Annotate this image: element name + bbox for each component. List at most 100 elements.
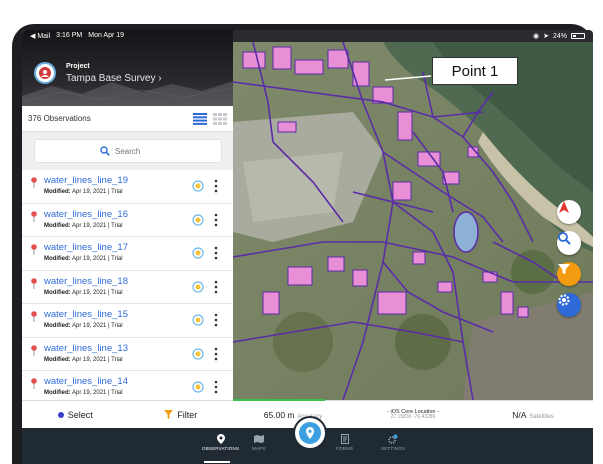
project-logo-icon (34, 62, 56, 84)
accuracy-value: 65.00 m (263, 409, 295, 420)
list-item[interactable]: water_lines_line_18 Modified: Apr 19, 20… (22, 270, 233, 304)
status-bar: ◀ Mail 3:16 PM Mon Apr 19 ◉ ➤ 24% (22, 30, 593, 42)
select-dot-icon (57, 411, 64, 418)
filter-icon (558, 264, 570, 274)
list-item[interactable]: water_lines_line_15 Modified: Apr 19, 20… (22, 304, 233, 338)
sync-status-icon[interactable] (192, 314, 204, 326)
observation-meta: Modified: Apr 19, 2021 | Trial (44, 256, 123, 262)
search-icon (100, 146, 110, 156)
observation-name[interactable]: water_lines_line_17 (44, 242, 128, 253)
modified-value: Apr 19, 2021 | Trial (72, 323, 123, 329)
observation-name[interactable]: water_lines_line_13 (44, 343, 128, 354)
status-date: Mon Apr 19 (88, 32, 125, 39)
observation-list: water_lines_line_19 Modified: Apr 19, 20… (22, 170, 233, 400)
modified-label: Modified: (44, 289, 71, 296)
filter-icon (164, 410, 174, 419)
more-options-icon[interactable] (213, 246, 219, 260)
map-pin-icon (31, 244, 37, 255)
tab-settings[interactable]: SETTINGS (381, 434, 405, 451)
battery-icon (571, 33, 585, 39)
observation-count: 376 Observations (28, 114, 91, 123)
map-pin-icon (31, 344, 37, 356)
more-options-icon[interactable] (213, 179, 219, 193)
map-icon (253, 435, 264, 443)
wifi-icon: ◉ (533, 33, 540, 40)
location-arrow-icon: ➤ (543, 33, 549, 40)
satellites-value: N/A (512, 409, 527, 420)
project-label: Project (66, 63, 90, 70)
observation-name[interactable]: water_lines_line_15 (44, 309, 128, 320)
tab-label: OBSERVATIONS (202, 446, 240, 451)
settings-icon (388, 434, 398, 444)
observation-name[interactable]: water_lines_line_19 (44, 175, 128, 186)
pin-icon (216, 434, 225, 444)
search-input[interactable] (115, 146, 155, 156)
map-search-button[interactable] (557, 231, 581, 255)
tab-forms[interactable]: FORMS (336, 434, 353, 451)
list-item[interactable]: water_lines_line_17 Modified: Apr 19, 20… (22, 237, 233, 271)
more-options-icon[interactable] (213, 347, 219, 361)
sync-status-icon[interactable] (192, 381, 204, 393)
satellites-label: Satellites (529, 413, 554, 420)
app-screen: ◀ Mail 3:16 PM Mon Apr 19 ◉ ➤ 24% Projec… (22, 30, 593, 464)
map-pin-icon (31, 378, 37, 389)
navigate-button[interactable] (557, 200, 581, 224)
sync-status-icon[interactable] (192, 247, 204, 259)
tab-label: MAPS (252, 446, 266, 451)
status-time: 3:16 PM (56, 32, 83, 39)
sync-status-icon[interactable] (192, 180, 204, 192)
modified-label: Modified: (44, 356, 71, 363)
satellite-map (233, 42, 593, 400)
tab-label: SETTINGS (381, 446, 406, 451)
observation-name[interactable]: water_lines_line_18 (44, 276, 128, 287)
list-item[interactable]: water_lines_line_19 Modified: Apr 19, 20… (22, 170, 233, 204)
back-to-app-link[interactable]: ◀ Mail (30, 32, 50, 40)
modified-value: Apr 19, 2021 | Trial (72, 189, 123, 195)
observation-meta: Modified: Apr 19, 2021 | Trial (44, 189, 123, 195)
observation-meta: Modified: Apr 19, 2021 | Trial (44, 323, 123, 329)
map-pin-icon (31, 277, 37, 289)
observation-name[interactable]: water_lines_line_16 (44, 209, 128, 220)
tab-maps[interactable]: MAPS (252, 434, 266, 451)
observation-name[interactable]: water_lines_line_14 (44, 376, 128, 387)
point-callout[interactable]: Point 1 (432, 57, 518, 85)
select-label: Select (67, 409, 93, 420)
observation-meta: Modified: Apr 19, 2021 | Trial (44, 223, 123, 229)
accuracy-readout: 65.00 m Accuracy (233, 410, 353, 420)
satellites-readout: N/A Satellites (473, 410, 593, 420)
list-footer: Select Filter (22, 400, 233, 428)
tab-label: FORMS (336, 446, 354, 451)
map-settings-button[interactable] (557, 293, 581, 317)
settings-icon (558, 294, 570, 306)
sync-status-icon[interactable] (192, 280, 204, 293)
more-options-icon[interactable] (213, 280, 219, 294)
gps-status-bar: 65.00 m Accuracy - iOS Core Location - 2… (233, 399, 593, 428)
add-observation-button[interactable] (295, 418, 325, 448)
list-item[interactable]: water_lines_line_14 Modified: Apr 19, 20… (22, 371, 233, 400)
modified-label: Modified: (44, 222, 71, 229)
grid-view-icon[interactable] (213, 112, 227, 125)
list-item[interactable]: water_lines_line_16 Modified: Apr 19, 20… (22, 203, 233, 237)
sync-status-icon[interactable] (192, 347, 204, 360)
observations-panel: Project Tampa Base Survey › 376 Observat… (22, 30, 233, 428)
project-name-link[interactable]: Tampa Base Survey › (66, 73, 162, 84)
search-box[interactable] (33, 139, 222, 163)
more-options-icon[interactable] (213, 313, 219, 327)
list-item[interactable]: water_lines_line_13 Modified: Apr 19, 20… (22, 337, 233, 371)
filter-button[interactable]: Filter (164, 410, 197, 420)
active-tab-indicator (204, 461, 230, 463)
tab-observations[interactable]: OBSERVATIONS (202, 434, 239, 451)
map-view[interactable]: Point 1 (233, 42, 593, 400)
modified-label: Modified: (44, 256, 71, 262)
more-options-icon[interactable] (213, 213, 219, 227)
select-button[interactable]: Select (57, 409, 93, 420)
location-source[interactable]: - iOS Core Location - 27.15836 -76.43286 (353, 409, 473, 421)
modified-value: Apr 19, 2021 | Trial (72, 390, 123, 396)
search-icon (558, 232, 571, 245)
search-area (22, 132, 233, 170)
map-filter-button[interactable] (557, 262, 581, 286)
more-options-icon[interactable] (213, 380, 219, 394)
observation-meta: Modified: Apr 19, 2021 | Trial (44, 357, 123, 363)
sync-status-icon[interactable] (192, 213, 204, 226)
list-view-icon[interactable] (193, 112, 207, 125)
